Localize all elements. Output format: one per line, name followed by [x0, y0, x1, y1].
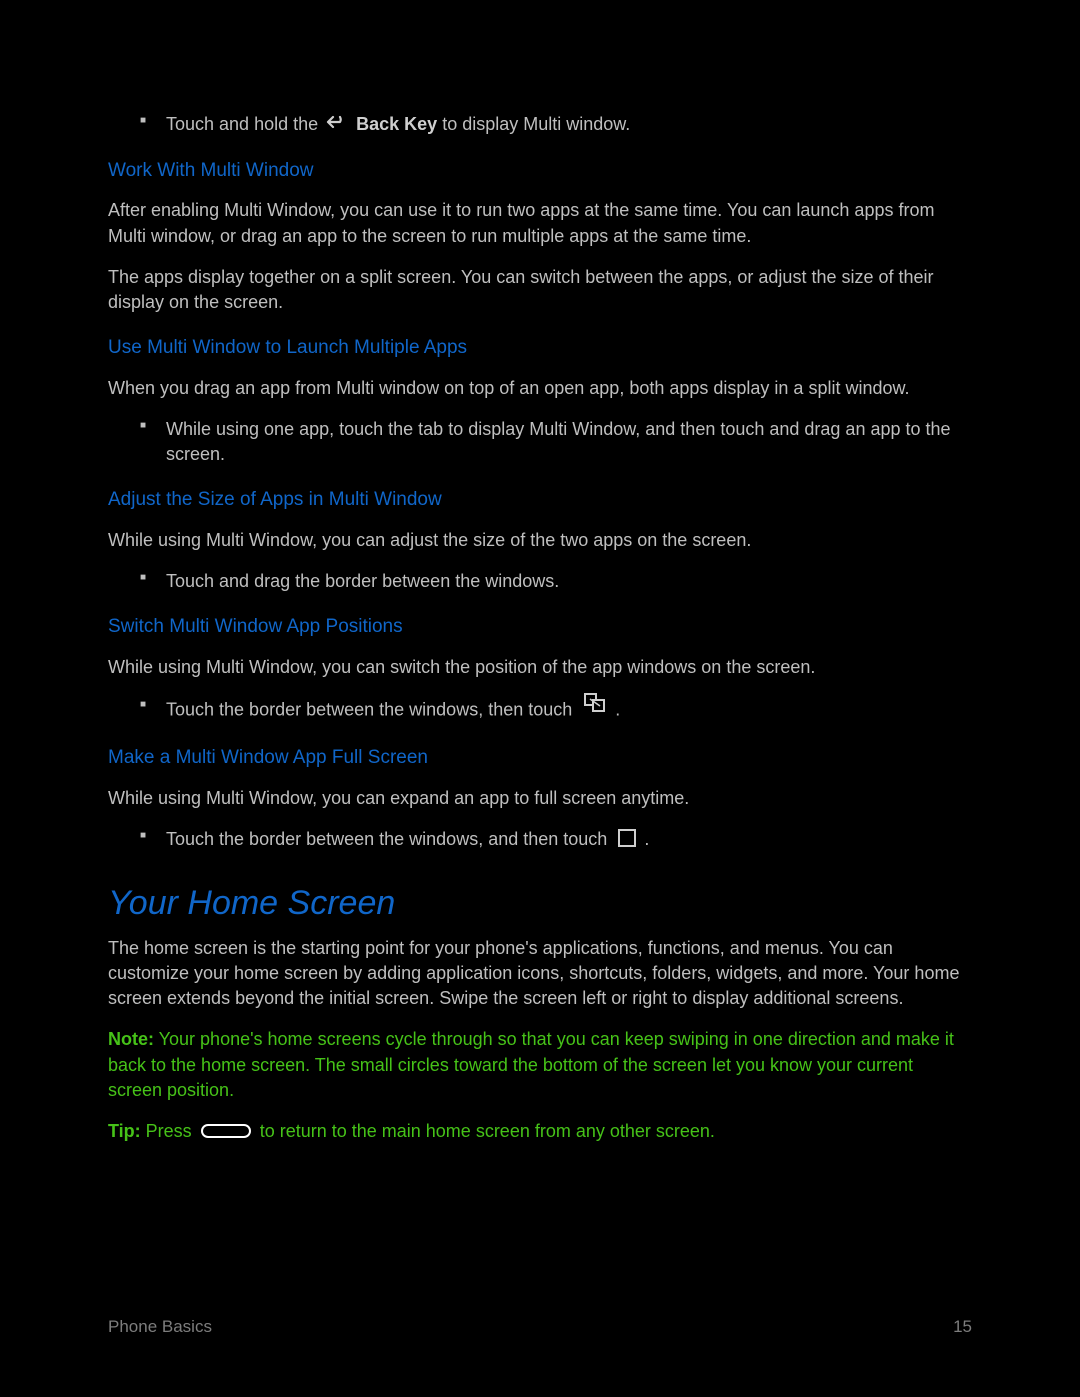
- text: Touch the border between the windows, an…: [166, 829, 612, 849]
- paragraph: While using Multi Window, you can switch…: [108, 655, 972, 680]
- bullet-list: Touch and hold the Back Key to display M…: [108, 112, 972, 138]
- subhead-adjust-size: Adjust the Size of Apps in Multi Window: [108, 487, 972, 514]
- note-label: Note:: [108, 1029, 154, 1049]
- footer-page-number: 15: [953, 1315, 972, 1339]
- subhead-launch-multiple: Use Multi Window to Launch Multiple Apps: [108, 335, 972, 362]
- back-key-label: Back Key: [356, 114, 437, 134]
- tip-post: to return to the main home screen from a…: [260, 1121, 715, 1141]
- bullet-list: While using one app, touch the tab to di…: [108, 417, 972, 467]
- fullscreen-icon: [618, 829, 636, 847]
- page-footer: Phone Basics 15: [108, 1315, 972, 1339]
- bullet-list: Touch the border between the windows, th…: [108, 696, 972, 725]
- back-key-icon: [326, 113, 348, 138]
- section-heading-home-screen: Your Home Screen: [108, 880, 972, 928]
- text: Touch the border between the windows, th…: [166, 699, 577, 719]
- list-item: Touch and drag the border between the wi…: [108, 569, 972, 594]
- paragraph: While using Multi Window, you can adjust…: [108, 528, 972, 553]
- subhead-work-with: Work With Multi Window: [108, 158, 972, 185]
- tip-label: Tip:: [108, 1121, 141, 1141]
- subhead-switch-positions: Switch Multi Window App Positions: [108, 614, 972, 641]
- list-item: Touch and hold the Back Key to display M…: [108, 112, 972, 138]
- tip-block: Tip: Press to return to the main home sc…: [108, 1119, 972, 1144]
- subhead-full-screen: Make a Multi Window App Full Screen: [108, 745, 972, 772]
- list-item: Touch the border between the windows, th…: [108, 696, 972, 725]
- note-block: Note: Your phone's home screens cycle th…: [108, 1027, 972, 1103]
- list-item: While using one app, touch the tab to di…: [108, 417, 972, 467]
- paragraph: The home screen is the starting point fo…: [108, 936, 972, 1012]
- paragraph: After enabling Multi Window, you can use…: [108, 198, 972, 248]
- paragraph: While using Multi Window, you can expand…: [108, 786, 972, 811]
- list-item: Touch the border between the windows, an…: [108, 827, 972, 852]
- note-text: Your phone's home screens cycle through …: [108, 1029, 954, 1099]
- tip-press: Press: [141, 1121, 197, 1141]
- swap-windows-icon: [583, 692, 607, 721]
- text: .: [644, 829, 649, 849]
- home-button-icon: [201, 1124, 251, 1138]
- footer-section: Phone Basics: [108, 1315, 212, 1339]
- text: Touch and hold the: [166, 114, 323, 134]
- document-body: Touch and hold the Back Key to display M…: [108, 112, 972, 1144]
- bullet-list: Touch and drag the border between the wi…: [108, 569, 972, 594]
- bullet-list: Touch the border between the windows, an…: [108, 827, 972, 852]
- text: to display Multi window.: [442, 114, 630, 134]
- paragraph: When you drag an app from Multi window o…: [108, 376, 972, 401]
- text: .: [615, 699, 620, 719]
- paragraph: The apps display together on a split scr…: [108, 265, 972, 315]
